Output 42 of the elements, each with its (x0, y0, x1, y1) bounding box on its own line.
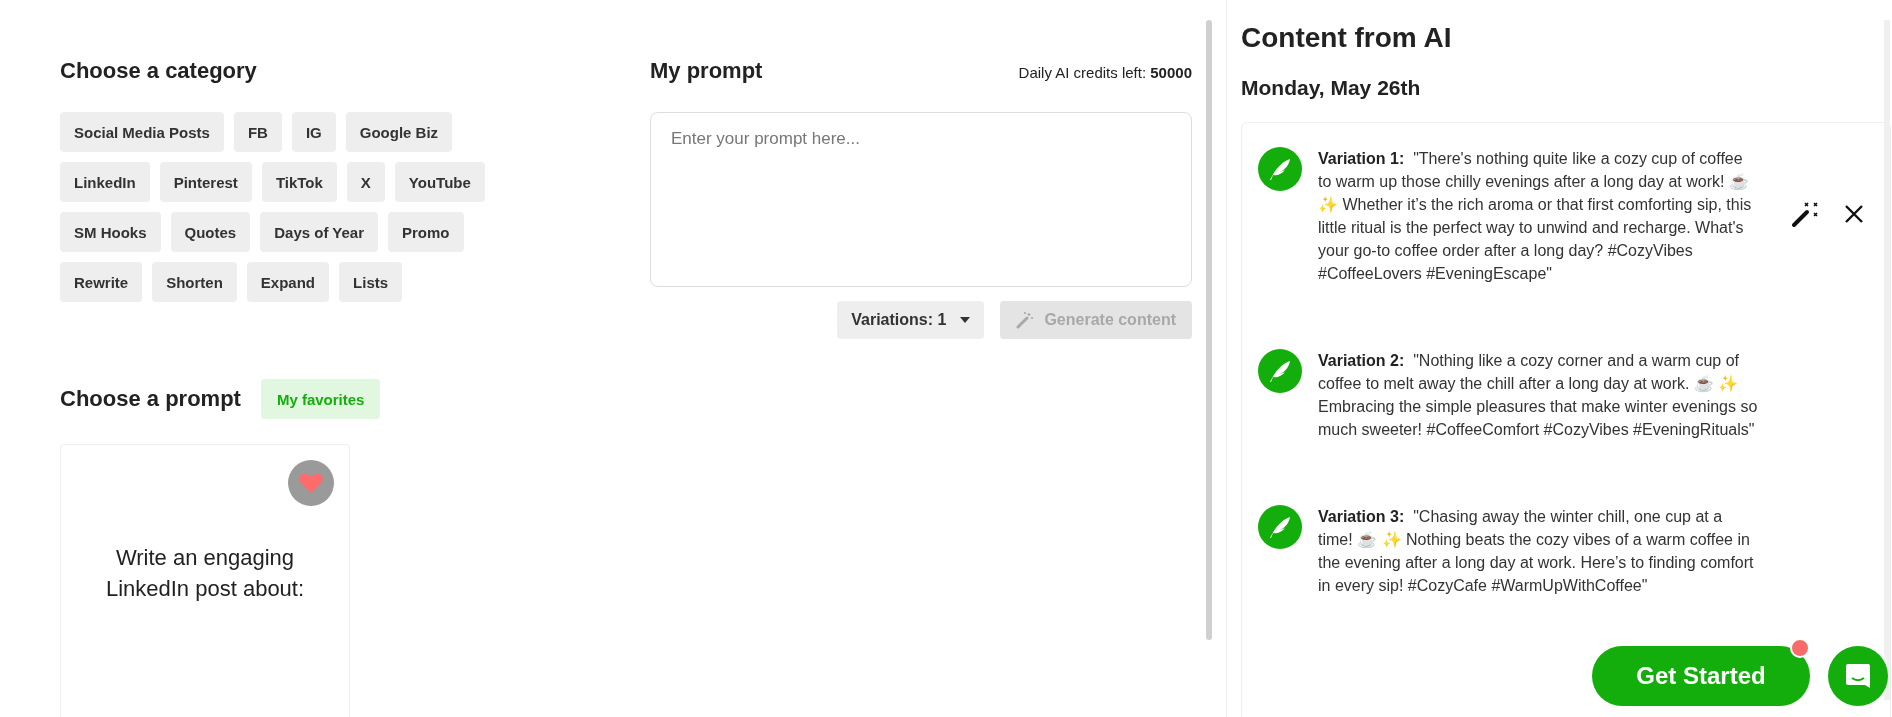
category-chip[interactable]: Rewrite (60, 262, 143, 302)
category-chip[interactable]: Social Media Posts (60, 112, 224, 152)
category-chip[interactable]: Quotes (170, 212, 251, 252)
prompt-field[interactable]: Enter your prompt here... (650, 112, 1192, 287)
section-heading: Choose a category (60, 58, 258, 84)
category-chip[interactable]: Pinterest (159, 162, 252, 202)
chat-icon (1844, 662, 1872, 690)
category-chip[interactable]: LinkedIn (60, 162, 150, 202)
category-chip[interactable]: Lists (339, 262, 403, 302)
section-heading: My prompt (650, 58, 763, 84)
category-chip[interactable]: IG (291, 112, 336, 152)
category-chip[interactable]: Google Biz (345, 112, 453, 152)
scrollbar[interactable] (1884, 20, 1890, 700)
category-chip[interactable]: FB (233, 112, 282, 152)
category-chip[interactable]: SM Hooks (60, 212, 161, 252)
prompt-text: Write an engaging LinkedIn post about: (104, 544, 306, 603)
caret-icon (960, 317, 971, 323)
scrollbar[interactable] (1206, 20, 1212, 640)
category-chip[interactable]: Days of Year (260, 212, 378, 252)
chat-button[interactable] (1828, 646, 1888, 706)
category-chip[interactable]: Expand (246, 262, 330, 302)
close-icon[interactable] (1844, 204, 1864, 224)
magic-wand-icon[interactable] (1790, 200, 1818, 228)
variation-text: Variation 2: "Nothing like a cozy corner and a warm cup of coffee to melt away the chill after a long day at work. ☕ ✨ Embracing the simple pleasures that make winter evenings so much sweeter! #CoffeeComfort #CozyVibes #EveningRituals" (1318, 351, 1758, 440)
credits-text: Daily AI credits left: 50000 (1018, 64, 1192, 81)
notification-dot (1790, 638, 1810, 658)
category-chip[interactable]: YouTube (394, 162, 485, 202)
category-chip[interactable]: TikTok (261, 162, 337, 202)
variation-text: Variation 3: "Chasing away the winter chill, one cup at a time! ☕ ✨ Nothing beats the cozy vibes of a warm coffee in the evening after a long day at work. Here’s to finding comfort in every sip! #CozyCafe #WarmUpWithCoffee" (1318, 507, 1755, 596)
panel-title: Content from AI (1241, 22, 1453, 54)
prompt-card[interactable]: Write an engaging LinkedIn post about: (60, 444, 350, 717)
category-chip[interactable]: Shorten (152, 262, 237, 302)
quill-avatar-icon (1258, 349, 1302, 393)
category-chip[interactable]: X (346, 162, 385, 202)
date-heading: Monday, May 26th (1241, 76, 1422, 100)
section-heading: Choose a prompt (60, 386, 241, 412)
category-chip[interactable]: Promo (388, 212, 464, 252)
variation-text: Variation 1: "There's nothing quite like a cozy cup of coffee to warm up those chilly evenings after a long day at work! ☕ ✨ Whether it’s the rich aroma or that first comforting sip, this little ritual is the perfect way to unwind and recharge. What's your go-to coffee order after a long day? #CozyVibes #CoffeeLovers #EveningEscape" (1318, 149, 1753, 284)
variations-dropdown[interactable]: Variations: 1 (837, 301, 985, 339)
quill-avatar-icon (1258, 147, 1302, 191)
quill-avatar-icon (1258, 505, 1302, 549)
magic-wand-icon (1016, 311, 1035, 329)
